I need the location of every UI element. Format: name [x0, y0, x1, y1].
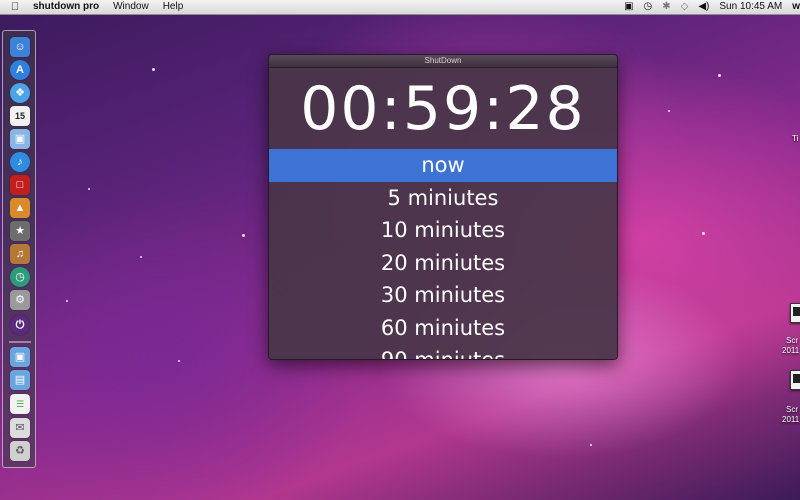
time-machine-icon[interactable]: ◷ — [10, 267, 30, 287]
display-icon[interactable]: ▣ — [624, 0, 633, 14]
calendar-icon[interactable]: 15 — [10, 106, 30, 126]
help-menu[interactable]: Help — [163, 0, 184, 14]
safari-icon[interactable]: ❖ — [10, 83, 30, 103]
shutdown-window: ShutDown 00:59:28 now 5 miniutes 10 mini… — [268, 54, 618, 360]
menu-extras: ▣ ◷ ✱ ◇ ◀) Sun 10:45 AM w — [619, 0, 800, 14]
applications-folder-icon[interactable]: ▣ — [10, 347, 30, 367]
trash-icon[interactable]: ♻ — [10, 441, 30, 461]
star — [718, 74, 721, 77]
option-10-minutes[interactable]: 10 miniutes — [269, 214, 617, 247]
screenshot-file-icon[interactable] — [790, 303, 800, 323]
bluetooth-icon[interactable]: ✱ — [662, 0, 670, 14]
star — [88, 188, 90, 190]
volume-icon[interactable]: ◀) — [698, 0, 709, 14]
star — [140, 256, 142, 258]
desktop-item-label[interactable]: Ti — [792, 134, 798, 143]
wifi-icon[interactable]: ◇ — [681, 0, 689, 14]
finder-icon[interactable]: ☺ — [10, 37, 30, 57]
window-title[interactable]: ShutDown — [269, 55, 617, 68]
screenshot-file-label[interactable]: Scr — [786, 336, 798, 345]
option-30-minutes[interactable]: 30 miniutes — [269, 279, 617, 312]
star — [178, 360, 180, 362]
star — [152, 68, 155, 71]
screenshot-file-date: 2011 — [782, 346, 800, 355]
document-file-icon[interactable]: ☰ — [10, 394, 30, 414]
dock-separator — [9, 341, 31, 343]
shutdown-options-list[interactable]: now 5 miniutes 10 miniutes 20 miniutes 3… — [269, 149, 617, 359]
system-preferences-icon[interactable]: ⚙ — [10, 290, 30, 310]
itunes-icon[interactable]: ♪ — [10, 152, 30, 172]
photo-booth-icon[interactable]: □ — [10, 175, 30, 195]
menubar-clock[interactable]: Sun 10:45 AM — [719, 0, 782, 14]
garageband-icon[interactable]: ♫ — [10, 244, 30, 264]
dock: ☺ A ❖ 15 ▣ ♪ □ ▲ ★ ♫ ◷ ⚙ ⏻ ▣ ▤ ☰ ✉ ♻ — [2, 30, 36, 468]
imovie-icon[interactable]: ★ — [10, 221, 30, 241]
option-90-minutes[interactable]: 90 miniutes — [269, 344, 617, 359]
app-store-icon[interactable]: A — [10, 60, 30, 80]
documents-folder-icon[interactable]: ▤ — [10, 370, 30, 390]
screenshot-file-icon[interactable] — [790, 370, 800, 390]
app-menu[interactable]: shutdown pro — [33, 0, 99, 14]
time-machine-icon[interactable]: ◷ — [644, 0, 653, 14]
countdown-display: 00:59:28 — [300, 74, 586, 144]
star — [242, 234, 245, 237]
screenshot-file-date: 2011 — [782, 415, 800, 424]
star — [66, 300, 68, 302]
apple-logo-icon[interactable]:  — [4, 1, 26, 13]
option-20-minutes[interactable]: 20 miniutes — [269, 247, 617, 280]
shutdown-pro-icon[interactable]: ⏻ — [10, 315, 30, 335]
star — [702, 232, 705, 235]
star — [590, 444, 592, 446]
user-menu[interactable]: w — [792, 0, 800, 14]
option-60-minutes[interactable]: 60 miniutes — [269, 312, 617, 345]
option-now[interactable]: now — [269, 149, 617, 182]
window-menu[interactable]: Window — [113, 0, 149, 14]
screenshot-file-label[interactable]: Scr — [786, 405, 798, 414]
menu-bar:  shutdown pro Window Help ▣ ◷ ✱ ◇ ◀) Su… — [0, 0, 800, 15]
preview-icon[interactable]: ▣ — [10, 129, 30, 149]
star — [668, 110, 670, 112]
iphoto-icon[interactable]: ▲ — [10, 198, 30, 218]
option-5-minutes[interactable]: 5 miniutes — [269, 182, 617, 215]
mail-stack-icon[interactable]: ✉ — [10, 418, 30, 438]
